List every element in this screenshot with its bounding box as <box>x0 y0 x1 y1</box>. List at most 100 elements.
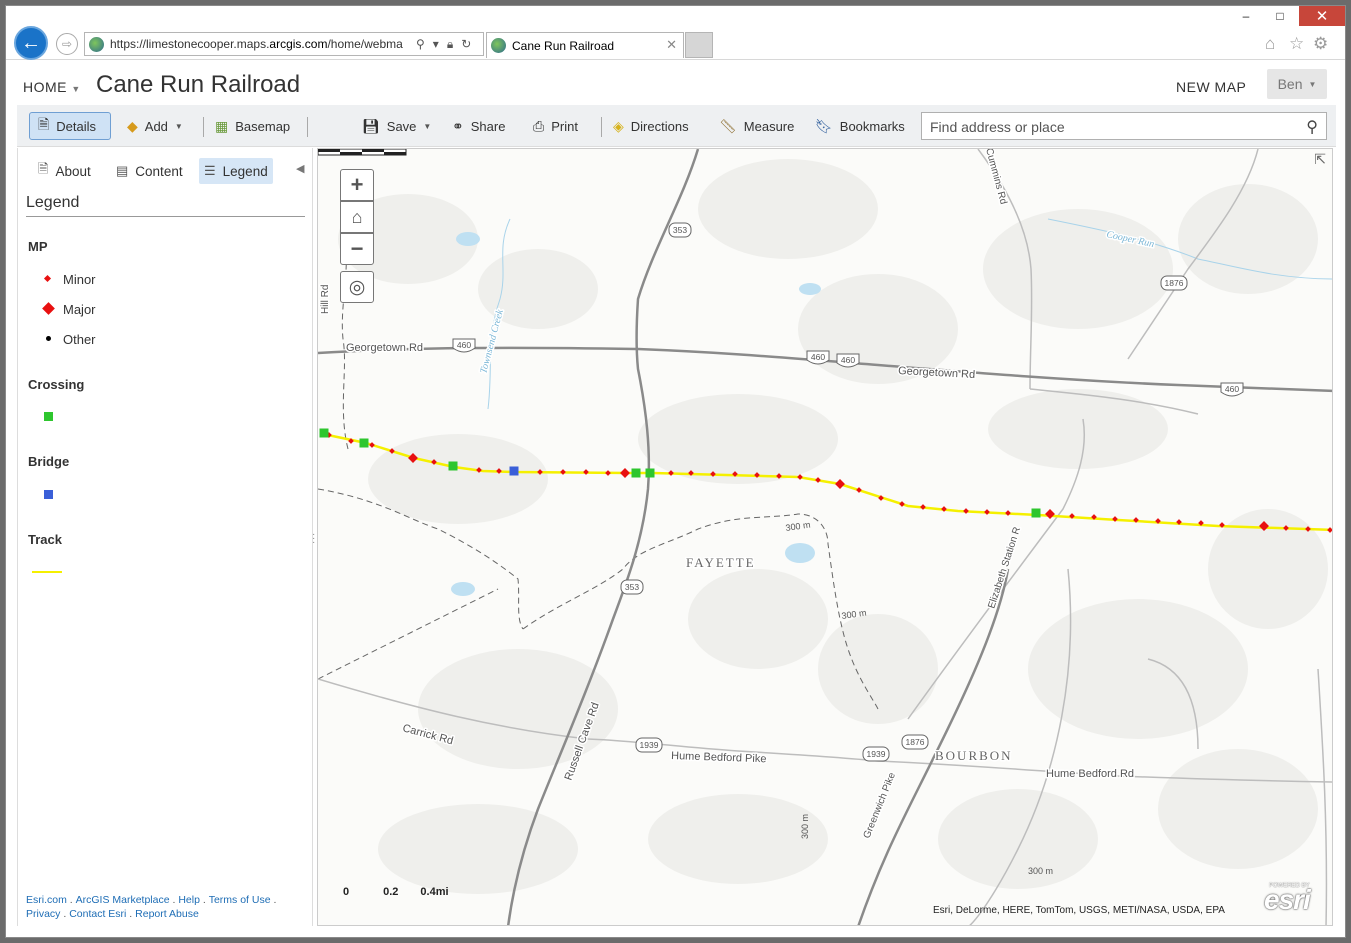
back-button[interactable]: ← <box>14 26 48 60</box>
address-search-icon[interactable]: ⚲ <box>416 37 425 52</box>
dropdown-icon[interactable]: ▾ <box>433 37 439 52</box>
home-icon[interactable]: ⌂ <box>1265 34 1275 54</box>
toolbar-divider <box>203 117 204 137</box>
minor-milepost-marker[interactable] <box>605 470 611 476</box>
major-milepost-marker[interactable] <box>1045 509 1055 519</box>
url-domain: arcgis.com <box>269 37 328 51</box>
search-icon[interactable]: ⚲ <box>1306 117 1318 137</box>
browser-tab[interactable]: Cane Run Railroad ✕ <box>486 32 684 58</box>
road-label-hume-bedford-pike: Hume Bedford Pike <box>671 750 767 765</box>
details-label: Details <box>56 118 97 134</box>
print-button[interactable]: ⎙ Print <box>533 112 578 140</box>
user-menu[interactable]: Ben ▼ <box>1267 69 1327 99</box>
home-label: HOME <box>23 79 67 95</box>
minor-milepost-marker[interactable] <box>920 504 926 510</box>
tab-about[interactable]: 🗎 About <box>33 158 96 184</box>
minor-milepost-marker[interactable] <box>560 469 566 475</box>
collapse-panel-icon[interactable]: ◀ <box>296 162 304 175</box>
directions-button[interactable]: ◈ Directions <box>613 112 689 140</box>
zoom-out-button[interactable]: − <box>340 233 374 265</box>
route-shield-460: 460 <box>841 355 855 365</box>
back-arrow-icon: ← <box>21 31 41 54</box>
close-window-button[interactable]: ✕ <box>1299 6 1345 26</box>
toolbar-divider <box>307 117 308 137</box>
panel-splitter-handle[interactable]: · · · <box>312 530 315 548</box>
footer-link-contact[interactable]: Contact Esri <box>69 908 126 920</box>
county-label-fayette: FAYETTE <box>686 555 756 570</box>
minor-milepost-marker[interactable] <box>984 509 990 515</box>
major-milepost-marker[interactable] <box>835 479 845 489</box>
route-shield-1939: 1939 <box>640 740 659 750</box>
new-tab-button[interactable] <box>685 32 713 58</box>
url-prefix: https://limestonecooper.maps. <box>110 37 270 51</box>
tab-legend-label: Legend <box>222 163 268 179</box>
tab-legend[interactable]: ☰ Legend <box>199 158 273 184</box>
footer-link-report[interactable]: Report Abuse <box>135 908 199 920</box>
directions-sign-icon: ◈ <box>613 117 624 134</box>
map-view[interactable]: 300 m 300 m 300 m 300 m Georgetown Rd Ge… <box>317 148 1333 926</box>
crossing-marker[interactable] <box>448 461 458 471</box>
road-label-hill: Hill Rd <box>320 285 331 314</box>
maximize-button[interactable]: □ <box>1263 6 1297 26</box>
minor-milepost-marker[interactable] <box>797 474 803 480</box>
bookmarks-label: Bookmarks <box>839 118 905 134</box>
forward-button[interactable]: ⇨ <box>56 33 78 55</box>
basemap-label: Basemap <box>235 118 291 134</box>
crossing-marker[interactable] <box>645 468 655 478</box>
home-icon: ⌂ <box>351 206 363 227</box>
new-map-link[interactable]: NEW MAP <box>1176 79 1246 95</box>
footer-link-esri[interactable]: Esri.com <box>26 894 67 906</box>
minor-milepost-marker[interactable] <box>963 508 969 514</box>
footer-link-terms[interactable]: Terms of Use <box>209 894 271 906</box>
basemap-button[interactable]: ▦ Basemap <box>215 112 290 140</box>
home-menu[interactable]: HOME ▼ <box>23 79 81 95</box>
settings-gear-icon[interactable]: ⚙ <box>1313 34 1328 54</box>
address-url[interactable]: https://limestonecooper.maps.arcgis.com/… <box>110 37 412 51</box>
map-attribution: Esri, DeLorme, HERE, TomTom, USGS, METI/… <box>933 905 1225 916</box>
basemap-svg: 300 m 300 m 300 m 300 m Georgetown Rd Ge… <box>318 149 1333 925</box>
footer-link-help[interactable]: Help <box>178 894 200 906</box>
share-button[interactable]: ⚭ Share <box>452 112 505 140</box>
default-extent-button[interactable]: ⌂ <box>340 201 374 233</box>
chevron-down-icon: ▼ <box>423 121 432 131</box>
crossing-marker[interactable] <box>1031 508 1041 518</box>
content-list-icon: ▤ <box>116 163 129 178</box>
lock-icon[interactable]: 🔒︎ <box>447 37 453 52</box>
other-mp-symbol <box>46 336 51 341</box>
minor-milepost-marker[interactable] <box>583 469 589 475</box>
track-symbol <box>32 571 62 573</box>
favorites-star-icon[interactable]: ☆ <box>1289 34 1304 54</box>
bookmarks-button[interactable]: 🔖︎ Bookmarks <box>815 112 905 140</box>
crossing-marker[interactable] <box>359 438 369 448</box>
minor-milepost-marker[interactable] <box>1005 510 1011 516</box>
chevron-down-icon: ▼ <box>174 121 183 131</box>
tab-close-icon[interactable]: ✕ <box>666 37 677 53</box>
bridge-marker[interactable] <box>509 466 519 476</box>
tab-title: Cane Run Railroad <box>512 38 615 53</box>
locate-crosshair-icon: ◎ <box>348 276 366 298</box>
refresh-icon[interactable]: ↻ <box>461 37 471 52</box>
crossing-marker[interactable] <box>631 468 641 478</box>
save-disk-icon: 💾︎ <box>362 117 380 134</box>
minor-milepost-marker[interactable] <box>1327 527 1333 533</box>
legend-group-crossing: Crossing <box>28 377 85 392</box>
footer-link-privacy[interactable]: Privacy <box>26 908 60 920</box>
expand-map-icon[interactable]: ⇱ <box>1314 151 1326 168</box>
tab-content[interactable]: ▤ Content <box>111 158 188 184</box>
details-button[interactable]: 🗎 Details <box>29 112 111 140</box>
minimize-button[interactable]: – <box>1229 6 1263 26</box>
measure-button[interactable]: 📏︎ Measure <box>719 112 794 140</box>
address-bar[interactable]: https://limestonecooper.maps.arcgis.com/… <box>84 32 484 56</box>
directions-label: Directions <box>630 118 689 134</box>
chevron-down-icon: ▼ <box>71 84 81 94</box>
footer-link-marketplace[interactable]: ArcGIS Marketplace <box>76 894 170 906</box>
esri-logo[interactable]: esri <box>1264 884 1311 916</box>
zoom-in-button[interactable]: + <box>340 169 374 201</box>
search-input[interactable]: Find address or place ⚲ <box>921 112 1327 140</box>
save-button[interactable]: 💾︎ Save ▼ <box>362 112 431 140</box>
minor-milepost-marker[interactable] <box>815 477 821 483</box>
major-milepost-marker[interactable] <box>620 468 630 478</box>
add-button[interactable]: ◆ Add ▼ <box>127 112 183 140</box>
locate-button[interactable]: ◎ <box>340 271 374 303</box>
crossing-marker[interactable] <box>319 428 329 438</box>
